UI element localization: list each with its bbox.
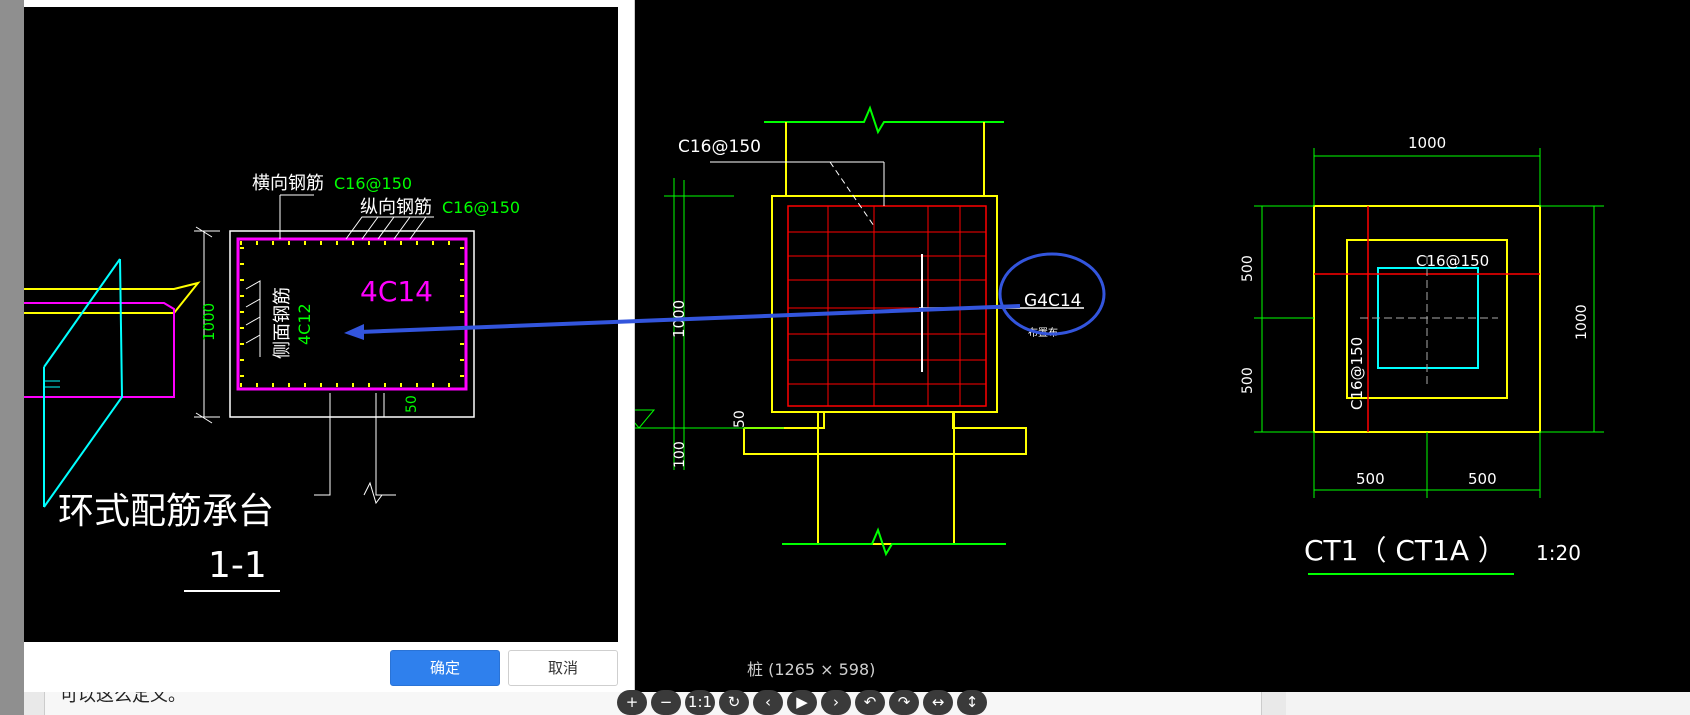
lbl-longitudinal-rebar: 纵向钢筋 (360, 197, 432, 218)
plan-dim-top: 1000 (1408, 134, 1446, 152)
pile-cap-section: C16@150 1000 50 100 G4C14 布置布 (623, 105, 1106, 557)
zoom-out-button[interactable]: − (651, 690, 681, 715)
left-gray-edge (0, 0, 24, 715)
cad-dim-50: 50 (732, 410, 748, 428)
plan-dim-bottom-a: 500 (1356, 470, 1385, 488)
cad-dim-100: 100 (672, 441, 688, 468)
dialog-drawing-canvas: 1000 50 横向钢筋 C16@150 纵向钢筋 C16@150 4C14 侧… (24, 7, 618, 642)
cad-drawing-view[interactable]: C16@150 1000 50 100 G4C14 布置布 1000 500 5… (623, 0, 1690, 692)
rotate-left-button[interactable]: ↶ (855, 690, 885, 715)
plan-dim-bottom-b: 500 (1468, 470, 1497, 488)
cancel-button[interactable]: 取消 (508, 650, 618, 686)
dialog-dim-height: 1000 (200, 303, 218, 341)
ok-button[interactable]: 确定 (390, 650, 500, 686)
flip-horizontal-button[interactable]: ↔ (923, 690, 953, 715)
plan-dim-right: 1000 (1574, 304, 1590, 340)
val-longitudinal-rebar: C16@150 (442, 198, 520, 217)
ring-pile-cap-section: 1000 50 横向钢筋 C16@150 纵向钢筋 C16@150 4C14 侧… (194, 173, 520, 505)
dialog-section-label: 1-1 (208, 545, 267, 586)
image-dialog: 1000 50 横向钢筋 C16@150 纵向钢筋 C16@150 4C14 侧… (24, 0, 635, 692)
plan-dim-500-b: 500 (1240, 367, 1256, 394)
plan-rebar-v: C16@150 (1348, 337, 1366, 410)
ring-3d-sketch (24, 258, 201, 508)
plan-scale: 1:20 (1536, 541, 1581, 565)
lbl-side-rebar: 侧面钢筋 (272, 287, 293, 359)
next-button[interactable]: › (821, 690, 851, 715)
dialog-dim-50: 50 (404, 395, 420, 413)
plan-title: CT1（ CT1A ） (1304, 534, 1506, 567)
cad-rebar-top: C16@150 (678, 137, 761, 157)
reset-button[interactable]: ↻ (719, 690, 749, 715)
rotate-right-button[interactable]: ↷ (889, 690, 919, 715)
prev-button[interactable]: ‹ (753, 690, 783, 715)
val-side-rebar: 4C12 (295, 303, 314, 345)
pile-cap-plan: 1000 500 500 1000 500 500 C16@150 C16@15… (1240, 134, 1604, 575)
main-rebar-label: 4C14 (360, 275, 433, 308)
viewer-toolbar: + − 1:1 ↻ ‹ ▶ › ↶ ↷ ↔ ↕ (617, 690, 987, 715)
val-horizontal-rebar: C16@150 (334, 174, 412, 193)
play-button[interactable]: ▶ (787, 690, 817, 715)
dialog-drawing-title: 环式配筋承台 (58, 491, 274, 532)
plan-rebar-h: C16@150 (1416, 252, 1489, 270)
flip-vertical-button[interactable]: ↕ (957, 690, 987, 715)
cad-circled-label: G4C14 (1024, 291, 1082, 311)
cad-dim-1000-left: 1000 (670, 300, 688, 338)
lbl-horizontal-rebar: 横向钢筋 (252, 173, 324, 194)
zoom-in-button[interactable]: + (617, 690, 647, 715)
image-caption: 桩 (1265 × 598) (747, 660, 876, 679)
actual-size-button[interactable]: 1:1 (685, 690, 715, 715)
plan-dim-500-a: 500 (1240, 255, 1256, 282)
